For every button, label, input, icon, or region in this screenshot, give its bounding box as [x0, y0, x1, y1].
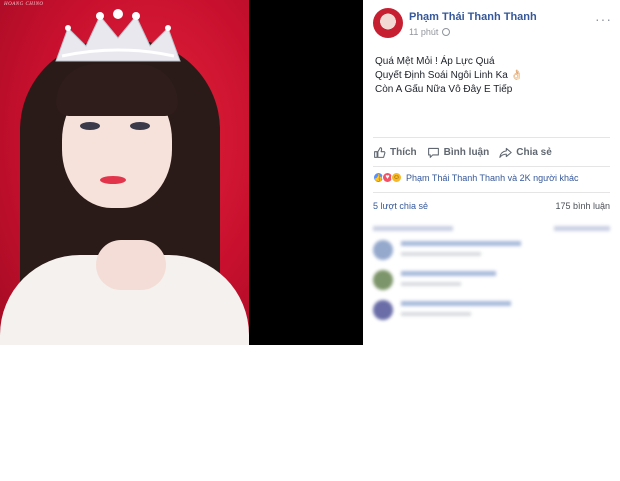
comment-row — [373, 268, 610, 294]
blurred-text-bar — [373, 226, 453, 231]
blurred-text-bar — [401, 241, 521, 246]
like-label: Thích — [390, 146, 417, 158]
share-button[interactable]: Chia sẻ — [499, 146, 552, 159]
blurred-text-bar — [401, 282, 461, 286]
commenter-avatar — [373, 300, 393, 320]
post-panel: Phạm Thái Thanh Thanh 11 phút ··· Quá Mệ… — [363, 0, 620, 345]
comment-row — [373, 298, 610, 324]
post-photo[interactable]: HOANG CHINO — [0, 0, 249, 345]
photo-bangs-shape — [56, 64, 178, 116]
globe-icon — [442, 28, 451, 36]
photo-eye-shape — [130, 122, 150, 130]
crown-graphic — [55, 9, 181, 62]
post-actions-bar: Thích Bình luận Chia sẻ — [373, 143, 552, 161]
comment-sort-bar — [373, 224, 610, 231]
commenter-avatar — [373, 270, 393, 290]
comment-bubble-icon — [427, 147, 439, 158]
blurred-text-bar — [401, 312, 471, 316]
photo-lips-shape — [100, 176, 126, 184]
blurred-text-bar — [554, 226, 610, 231]
haha-icon: ☺ — [391, 172, 402, 183]
comments-count-link[interactable]: 175 bình luận — [555, 201, 610, 211]
photo-hand-shape — [96, 240, 166, 290]
post-timestamp[interactable]: 11 phút — [409, 27, 451, 37]
comment-row — [373, 238, 610, 264]
divider — [373, 137, 610, 138]
reactions-summary[interactable]: 👍 ♥ ☺ Phạm Thái Thanh Thanh và 2K người … — [373, 172, 579, 183]
commenter-avatar — [373, 240, 393, 260]
thumbs-up-icon — [374, 146, 386, 158]
post-options-button[interactable]: ··· — [595, 12, 612, 26]
caption-line: Quyết Định Soái Ngôi Linh Ka 👌🏻 — [375, 70, 524, 81]
share-label: Chia sẻ — [516, 146, 552, 158]
post-stats: 5 lượt chia sẻ 175 bình luận — [373, 201, 610, 211]
photo-viewer: HOANG CHINO Phạm Thái Thanh Thanh 11 phú… — [0, 0, 620, 345]
divider — [373, 166, 610, 167]
share-arrow-icon — [499, 147, 512, 158]
like-button[interactable]: Thích — [373, 146, 417, 159]
blurred-text-bar — [401, 252, 481, 256]
reactions-text: Phạm Thái Thanh Thanh và 2K người khác — [406, 172, 579, 183]
author-avatar[interactable] — [373, 8, 403, 38]
comment-button[interactable]: Bình luận — [427, 146, 490, 159]
photo-watermark: HOANG CHINO — [4, 2, 44, 7]
author-name[interactable]: Phạm Thái Thanh Thanh — [409, 11, 537, 23]
blurred-text-bar — [401, 301, 511, 306]
caption-line: Còn A Gấu Nữa Vô Đây E Tiếp — [375, 84, 513, 95]
blurred-text-bar — [401, 271, 496, 276]
caption-line: Quá Mệt Mỏi ! Áp Lực Quá — [375, 56, 495, 67]
shares-count-link[interactable]: 5 lượt chia sẻ — [373, 201, 428, 211]
photo-eye-shape — [80, 122, 100, 130]
timestamp-text: 11 phút — [409, 27, 439, 37]
comment-label: Bình luận — [443, 146, 490, 158]
divider — [373, 192, 610, 193]
blurred-comments-section — [363, 220, 620, 345]
post-caption: Quá Mệt Mỏi ! Áp Lực Quá Quyết Định Soái… — [375, 55, 610, 97]
